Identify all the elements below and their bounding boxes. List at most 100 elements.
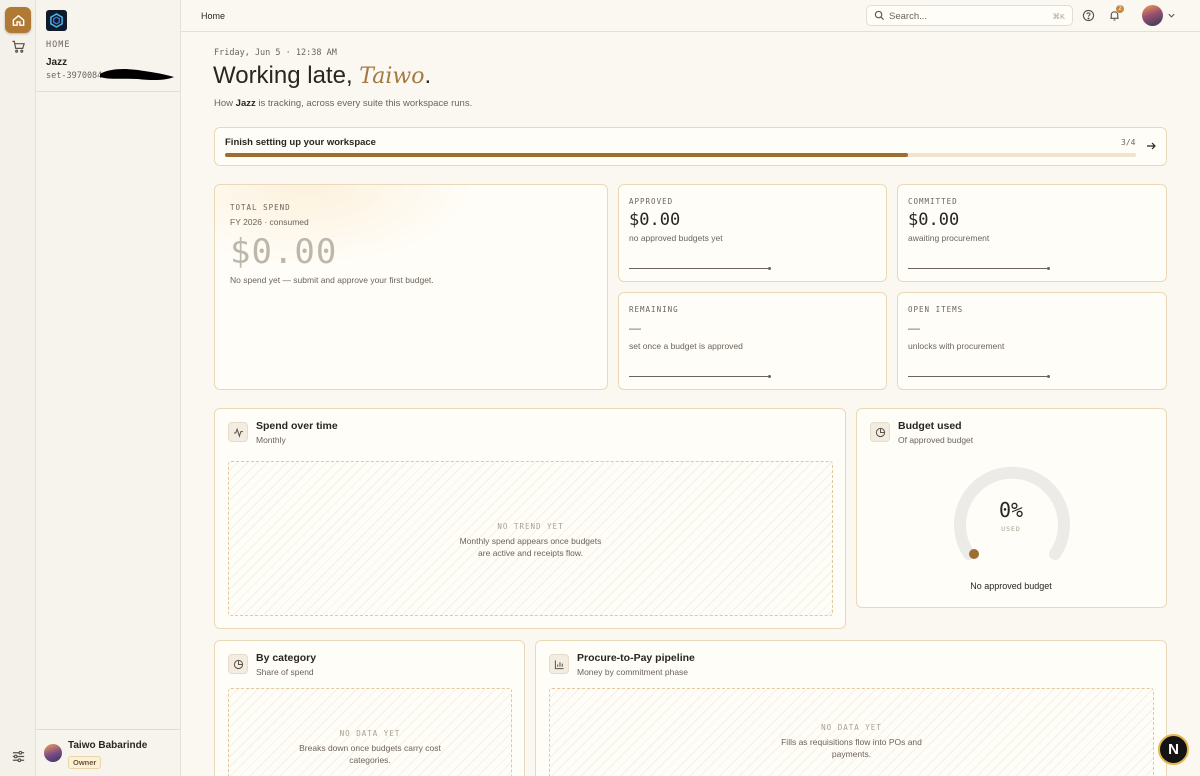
gauge-used-label: USED: [1001, 525, 1021, 533]
workspace-name[interactable]: Jazz: [46, 57, 67, 68]
pie-chart-icon: [228, 654, 248, 674]
greeting-suffix: .: [424, 62, 432, 89]
stat-sub: awaiting procurement: [908, 233, 990, 243]
user-avatar: [44, 744, 62, 762]
stat-sub: unlocks with procurement: [908, 341, 1005, 351]
setup-progress-track: [225, 153, 1136, 157]
notification-badge: 2: [1116, 5, 1124, 13]
greeting-subtitle: How Jazz is tracking, across every suite…: [214, 98, 472, 109]
cart-icon[interactable]: [5, 33, 31, 59]
stat-kicker: OPEN ITEMS: [908, 305, 964, 314]
empty-state-line: Breaks down once budgets carry cost: [299, 743, 441, 753]
empty-state: NO DATA YET Breaks down once budgets car…: [228, 688, 512, 776]
empty-state-line: payments.: [831, 749, 872, 759]
greeting-heading: Working late, Taiwo.: [213, 62, 431, 90]
logo-hexagon-icon: [50, 13, 63, 28]
remaining-stat-card: REMAINING — set once a budget is approve…: [618, 292, 887, 390]
spend-over-time-panel: Spend over time Monthly NO TREND YET Mon…: [214, 408, 846, 629]
panel-title: Spend over time: [256, 420, 338, 432]
chevron-down-icon[interactable]: [1167, 11, 1176, 20]
sidebar-section-label: HOME: [46, 40, 71, 50]
empty-state: NO DATA YET Fills as requisitions flow i…: [549, 688, 1154, 776]
gauge-indicator: [969, 549, 979, 559]
setup-label: Finish setting up your workspace: [225, 137, 376, 148]
empty-state-line: Monthly spend appears once budgets: [459, 536, 602, 546]
panel-subtitle: Money by commitment phase: [577, 667, 689, 677]
sidebar-user-panel[interactable]: Taiwo Babarinde Owner: [36, 729, 180, 776]
top-bar: Home Search... ⌘K 2: [181, 0, 1200, 32]
setup-progress-fill: [225, 153, 909, 157]
stat-sparkline: [629, 267, 771, 270]
redaction-mark: [100, 69, 174, 81]
settings-sliders-icon[interactable]: [5, 743, 31, 769]
help-icon[interactable]: [1082, 9, 1095, 22]
empty-state-title: NO TREND YET: [497, 522, 564, 531]
greeting-prefix: Working late,: [213, 62, 360, 89]
stat-sparkline: [908, 267, 1050, 270]
panel-subtitle: Of approved budget: [898, 435, 974, 445]
sidebar: HOME Jazz set-39700844 Taiwo Babarinde O…: [36, 0, 181, 776]
stat-value: $0.00: [629, 210, 681, 230]
stat-kicker: APPROVED: [629, 197, 674, 206]
total-spend-period: FY 2026 · consumed: [230, 217, 309, 227]
empty-state-line: are active and receipts flow.: [478, 548, 583, 558]
greeting-sub-prefix: How: [214, 98, 236, 109]
panel-subtitle: Share of spend: [256, 667, 314, 677]
gauge-footer: No approved budget: [970, 581, 1052, 591]
breadcrumb-title: Home: [201, 11, 226, 21]
setup-count: 3/4: [1121, 138, 1136, 147]
activity-icon: [228, 422, 248, 442]
workspace-logo[interactable]: [46, 10, 67, 31]
empty-state-line: Fills as requisitions flow into POs and: [781, 737, 922, 747]
assistant-fab[interactable]: N: [1158, 734, 1189, 765]
sidebar-divider: [36, 91, 180, 92]
stat-sparkline: [908, 375, 1050, 378]
empty-state-line: categories.: [349, 755, 391, 765]
greeting-sub-brand: Jazz: [235, 98, 256, 109]
stat-value: —: [908, 321, 920, 335]
empty-state-text: Breaks down once budgets carry cost categ…: [270, 742, 470, 766]
search-icon: [874, 10, 885, 21]
total-spend-kicker: TOTAL SPEND: [230, 203, 291, 212]
user-name: Taiwo Babarinde: [68, 740, 148, 751]
greeting-user-name: Taiwo: [359, 64, 425, 89]
panel-subtitle: Monthly: [256, 435, 286, 445]
gauge-percent: 0%: [998, 498, 1024, 522]
setup-progress-card[interactable]: Finish setting up your workspace 3/4: [214, 127, 1167, 166]
empty-state-title: NO DATA YET: [339, 729, 401, 738]
approved-stat-card: APPROVED $0.00 no approved budgets yet: [618, 184, 887, 282]
stat-sparkline: [629, 375, 771, 378]
pie-chart-icon: [870, 422, 890, 442]
total-spend-value: $0.00: [230, 232, 338, 272]
empty-state: NO TREND YET Monthly spend appears once …: [228, 461, 833, 616]
user-role-badge: Owner: [68, 756, 102, 769]
panel-title: Procure-to-Pay pipeline: [577, 652, 695, 664]
home-icon[interactable]: [5, 7, 31, 33]
stat-sub: no approved budgets yet: [629, 233, 723, 243]
empty-state-title: NO DATA YET: [821, 723, 882, 732]
committed-stat-card: COMMITTED $0.00 awaiting procurement: [897, 184, 1167, 282]
total-spend-card: TOTAL SPEND FY 2026 · consumed $0.00 No …: [214, 184, 608, 390]
empty-state-text: Fills as requisitions flow into POs and p…: [722, 736, 982, 760]
greeting-sub-suffix: is tracking, across every suite this wor…: [255, 98, 473, 109]
procure-to-pay-panel: Procure-to-Pay pipeline Money by commitm…: [535, 640, 1167, 776]
bar-chart-icon: [549, 654, 569, 674]
stat-value: —: [629, 321, 641, 335]
stat-kicker: COMMITTED: [908, 197, 958, 206]
stat-kicker: REMAINING: [629, 305, 679, 314]
budget-used-panel: Budget used Of approved budget 0% USED N…: [856, 408, 1167, 608]
search-placeholder: Search...: [889, 11, 928, 22]
search-shortcut: ⌘K: [1052, 12, 1065, 21]
search-input[interactable]: Search... ⌘K: [866, 5, 1073, 26]
total-spend-note: No spend yet — submit and approve your f…: [230, 275, 434, 285]
panel-title: Budget used: [898, 420, 962, 432]
account-avatar[interactable]: [1142, 5, 1163, 26]
empty-state-text: Monthly spend appears once budgets are ac…: [401, 535, 661, 559]
open-items-stat-card: OPEN ITEMS — unlocks with procurement: [897, 292, 1167, 390]
panel-title: By category: [256, 652, 317, 664]
stat-value: $0.00: [908, 210, 960, 230]
by-category-panel: By category Share of spend NO DATA YET B…: [214, 640, 525, 776]
greeting-datetime: Friday, Jun 5 · 12:38 AM: [214, 48, 337, 58]
icon-rail: [0, 0, 36, 776]
arrow-right-icon[interactable]: [1145, 140, 1157, 152]
